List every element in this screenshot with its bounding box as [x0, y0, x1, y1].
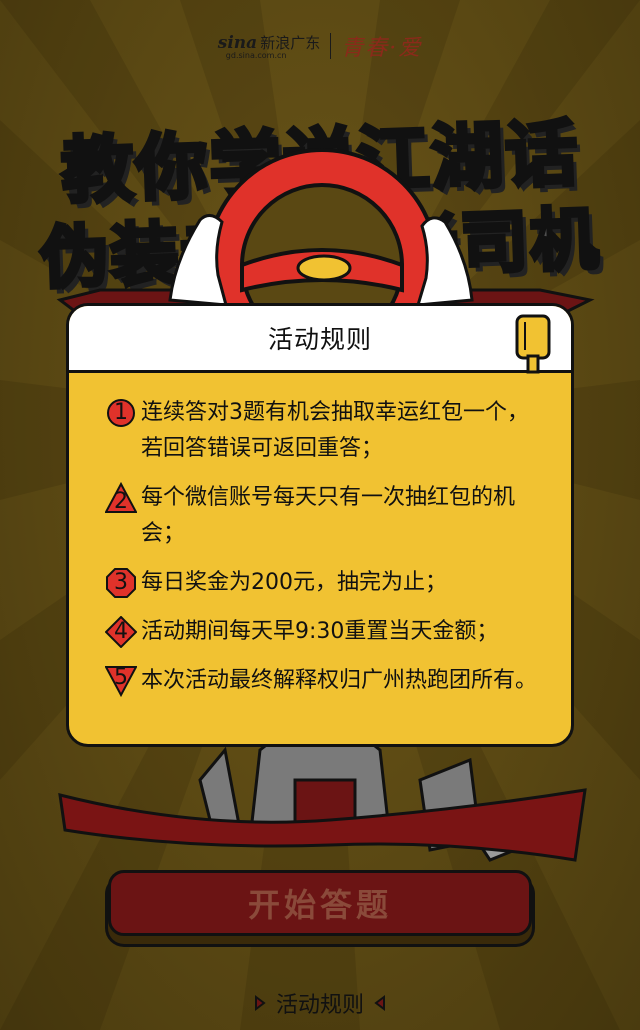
modal-title: 活动规则 [267, 325, 372, 354]
rules-list: 1 连续答对3题有机会抽取幸运红包一个，若回答错误可返回重答； 2 每个微信账号… [69, 373, 571, 699]
rule-badge-diamond-icon: 4 [105, 616, 137, 648]
header-divider [330, 33, 332, 59]
start-quiz-label: 开始答题 [247, 886, 392, 924]
rule-item: 1 连续答对3题有机会抽取幸运红包一个，若回答错误可返回重答； [105, 395, 537, 467]
rule-badge-circle-icon: 1 [105, 397, 137, 429]
rule-text: 每日奖金为200元，抽完为止； [141, 570, 447, 595]
rules-link[interactable]: 活动规则 [0, 986, 640, 1020]
right-hand-icon [415, 216, 474, 307]
triangle-right-icon [254, 995, 266, 1011]
rule-text: 每个微信账号每天只有一次抽红包的机会； [141, 485, 516, 546]
rule-text: 本次活动最终解释权归广州热跑团所有。 [141, 668, 538, 693]
rule-badge-triangle-down-icon: 5 [105, 665, 137, 697]
start-quiz-button[interactable]: 开始答题 [108, 870, 532, 936]
rule-badge-octagon-icon: 3 [105, 567, 137, 599]
triangle-left-icon [374, 995, 385, 1011]
brand-header: sina 新浪广东 gd.sina.com.cn 青春·爱 [0, 22, 640, 70]
sina-mark: sina [217, 32, 258, 53]
sina-url: gd.sina.com.cn [225, 51, 287, 60]
sina-name: 新浪广东 [260, 34, 321, 52]
modal-header: 活动规则 [69, 306, 571, 374]
rule-item: 5 本次活动最终解释权归广州热跑团所有。 [105, 663, 537, 699]
partner-logo: 青春·爱 [341, 36, 423, 61]
sina-logo: sina 新浪广东 gd.sina.com.cn [217, 32, 321, 61]
rule-text: 连续答对3题有机会抽取幸运红包一个，若回答错误可返回重答； [141, 400, 529, 461]
left-hand-icon [168, 214, 229, 307]
rule-badge-triangle-icon: 2 [105, 482, 137, 514]
rule-item: 2 每个微信账号每天只有一次抽红包的机会； [105, 480, 537, 552]
rule-item: 4 活动期间每天早9:30重置当天金额； [105, 614, 537, 650]
popsicle-icon [515, 314, 551, 374]
rules-modal: 活动规则 1 连续答对3题有机会抽取幸运红包一个，若回答错误可返回重答； 2 每… [66, 303, 574, 747]
rules-link-label: 活动规则 [275, 993, 364, 1018]
rule-text: 活动期间每天早9:30重置当天金额； [141, 619, 499, 644]
rule-item: 3 每日奖金为200元，抽完为止； [105, 565, 537, 601]
